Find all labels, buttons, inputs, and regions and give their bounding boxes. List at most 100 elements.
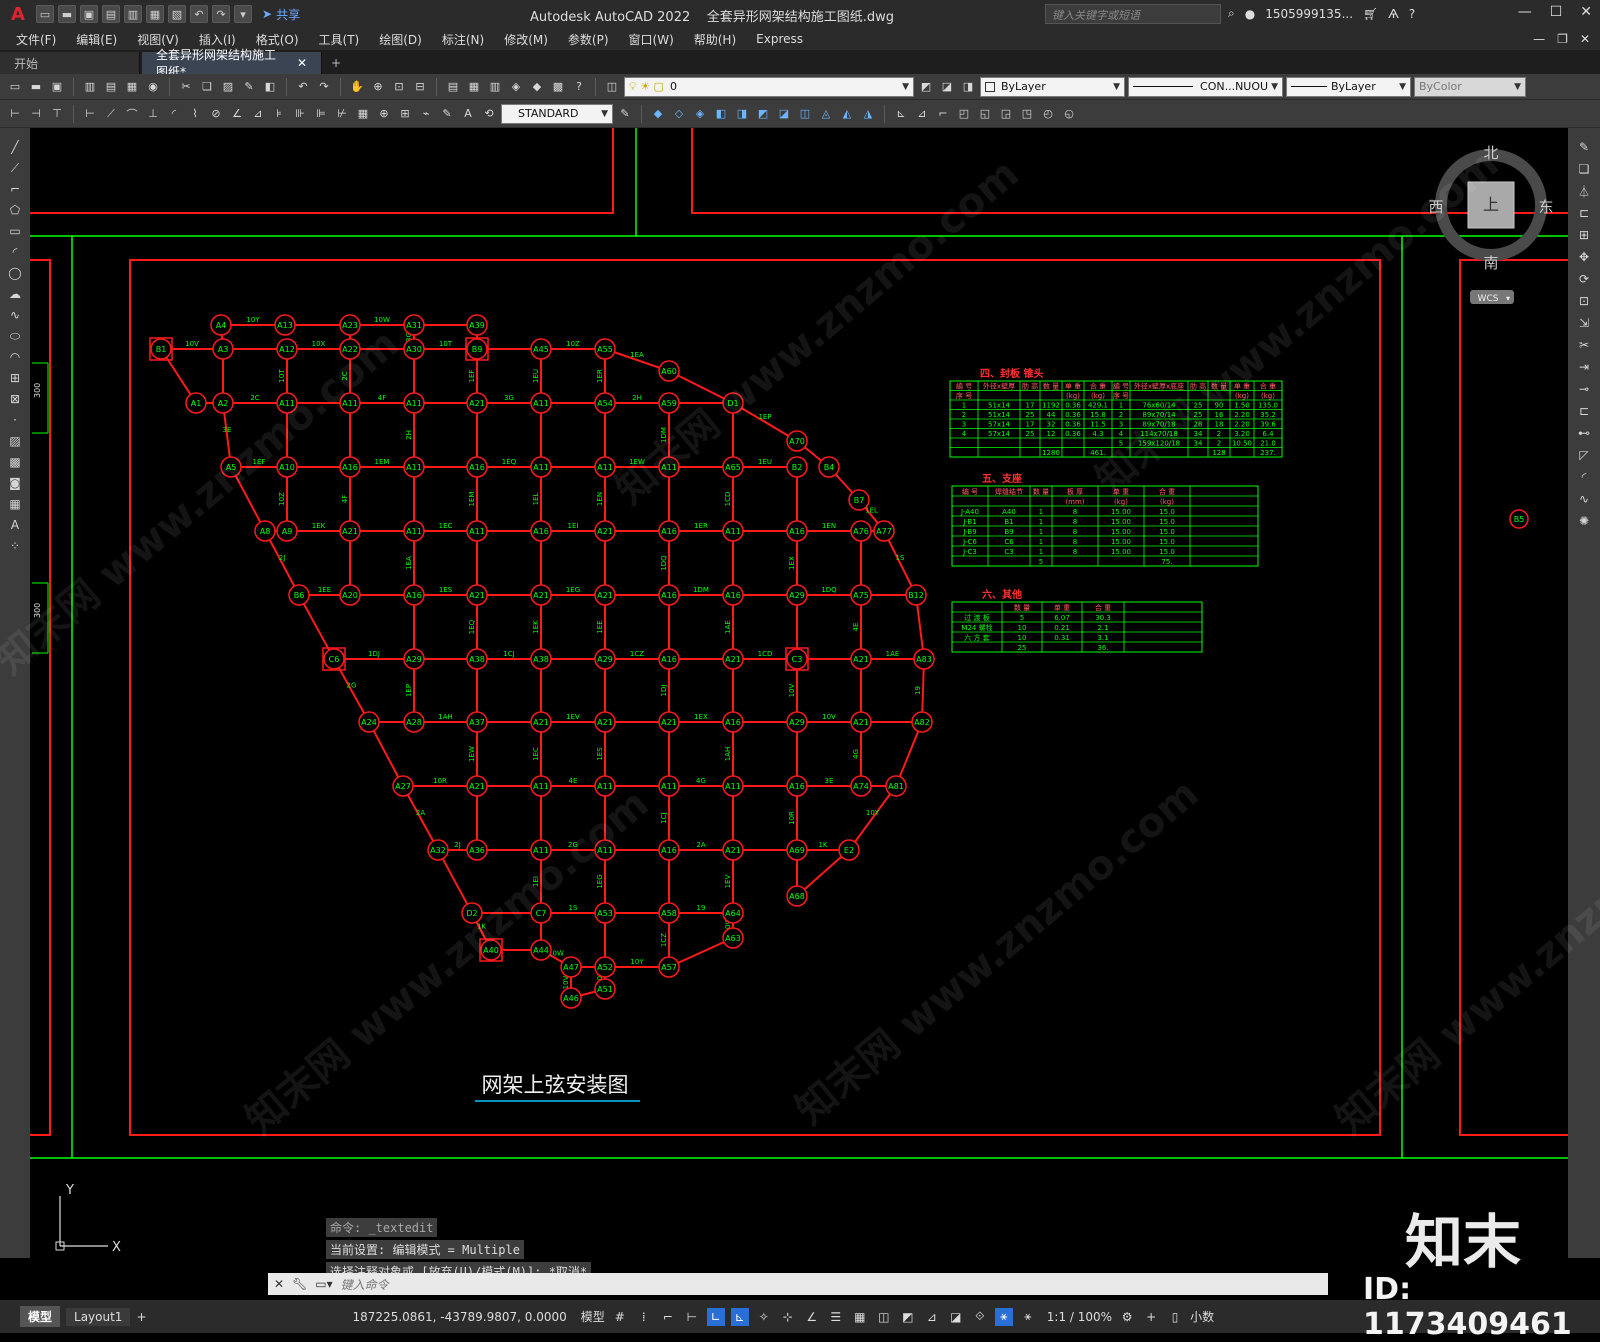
offset-icon[interactable]: ⊏ xyxy=(1575,204,1593,222)
help-icon[interactable]: ? xyxy=(570,78,588,96)
ucs-object-icon[interactable]: ◱ xyxy=(976,105,994,123)
coordinates[interactable]: 187225.0861, -43789.9807, 0.0000 xyxy=(353,1310,567,1324)
selection-filter-icon[interactable]: ◪ xyxy=(947,1308,965,1326)
isodraft-icon[interactable]: ✧ xyxy=(755,1308,773,1326)
break-icon[interactable]: ⊬ xyxy=(333,105,351,123)
undo-icon[interactable]: ↶ xyxy=(190,5,208,23)
grid-icon[interactable]: # xyxy=(611,1308,629,1326)
close-icon[interactable]: ✕ xyxy=(274,1277,284,1291)
cut-icon[interactable]: ✂ xyxy=(177,78,195,96)
menu-draw[interactable]: 绘图(D) xyxy=(379,31,422,48)
view-front-icon[interactable]: ◩ xyxy=(754,105,772,123)
inspect-icon[interactable]: ⊞ xyxy=(396,105,414,123)
ucs-world-icon[interactable]: ⊿ xyxy=(913,105,931,123)
undo-icon[interactable]: ↶ xyxy=(294,78,312,96)
infer-icon[interactable]: ⌐ xyxy=(659,1308,677,1326)
calculator-icon[interactable]: ▩ xyxy=(549,78,567,96)
table-icon[interactable]: ▦ xyxy=(6,495,24,513)
trim-icon[interactable]: ✂ xyxy=(1575,336,1593,354)
3d-osnap-icon[interactable]: ◩ xyxy=(899,1308,917,1326)
annotation-visibility-icon[interactable]: ⚹ xyxy=(994,1307,1013,1326)
dim-update-icon[interactable]: ⊤ xyxy=(48,105,66,123)
autocad-logo-icon[interactable]: A xyxy=(0,0,36,28)
command-history-icon[interactable]: ▭▾ xyxy=(315,1277,332,1291)
extend-icon[interactable]: ⇥ xyxy=(1575,358,1593,376)
layer-properties-icon[interactable]: ◫ xyxy=(603,78,621,96)
match-props-icon[interactable]: ✎ xyxy=(240,78,258,96)
minimize-icon[interactable]: — xyxy=(1518,4,1532,20)
workspace-icon[interactable]: ⚙ xyxy=(1118,1308,1136,1326)
blend-icon[interactable]: ∿ xyxy=(1575,490,1593,508)
point-icon[interactable]: ⋅ xyxy=(6,411,24,429)
user-icon[interactable]: ● xyxy=(1245,7,1255,21)
tab-model[interactable]: 模型 xyxy=(20,1306,61,1327)
qat-dropdown-icon[interactable]: ▾ xyxy=(234,5,252,23)
lineweight-icon[interactable]: ☰ xyxy=(827,1308,845,1326)
tab-drawing[interactable]: 全套异形网架结构施工图纸* ✕ xyxy=(142,48,322,79)
preview-icon[interactable]: ▤ xyxy=(102,78,120,96)
dynamic-input-icon[interactable]: ⊢ xyxy=(683,1308,701,1326)
menu-dimension[interactable]: 标注(N) xyxy=(442,31,484,48)
redo-icon[interactable]: ↷ xyxy=(212,5,230,23)
redo-icon[interactable]: ↷ xyxy=(315,78,333,96)
dyn-ucs-icon[interactable]: ⊿ xyxy=(923,1308,941,1326)
menu-view[interactable]: 视图(V) xyxy=(137,31,179,48)
maximize-icon[interactable]: ☐ xyxy=(1550,4,1563,20)
view-back-icon[interactable]: ◪ xyxy=(775,105,793,123)
paste-icon[interactable]: ▨ xyxy=(219,78,237,96)
region-icon[interactable]: ◙ xyxy=(6,474,24,492)
continue-icon[interactable]: ⊪ xyxy=(291,105,309,123)
erase-icon[interactable]: ✎ xyxy=(1575,138,1593,156)
layer-dropdown[interactable]: 💡︎ ☀ ▢ 0 ▼ xyxy=(624,76,914,97)
tool-palettes-icon[interactable]: ▥ xyxy=(486,78,504,96)
dim-edit-icon[interactable]: ✎ xyxy=(438,105,456,123)
arc-icon[interactable]: ◜ xyxy=(6,243,24,261)
zoom-previous-icon[interactable]: ⊟ xyxy=(411,78,429,96)
plot-icon[interactable]: ▥ xyxy=(81,78,99,96)
space-icon[interactable]: ⊫ xyxy=(312,105,330,123)
menu-insert[interactable]: 插入(I) xyxy=(199,31,236,48)
menu-edit[interactable]: 编辑(E) xyxy=(76,31,117,48)
linetype-dropdown[interactable]: CON...NUOU ▼ xyxy=(1128,76,1283,97)
design-center-icon[interactable]: ▦ xyxy=(465,78,483,96)
diameter-icon[interactable]: ⊘ xyxy=(207,105,225,123)
color-dropdown[interactable]: ByLayer ▼ xyxy=(980,76,1125,97)
save-as-icon[interactable]: ▤ xyxy=(102,5,120,23)
ordinate-icon[interactable]: ⊥ xyxy=(144,105,162,123)
baseline-icon[interactable]: ⊧ xyxy=(270,105,288,123)
radius-icon[interactable]: ◜ xyxy=(165,105,183,123)
join-icon[interactable]: ⊷ xyxy=(1575,424,1593,442)
jogged-linear-icon[interactable]: ⌁ xyxy=(417,105,435,123)
ucs-zaxis-icon[interactable]: ◴ xyxy=(1039,105,1057,123)
object-snap-tracking-icon[interactable]: ⊹ xyxy=(779,1308,797,1326)
menu-help[interactable]: 帮助(H) xyxy=(694,31,736,48)
break-icon[interactable]: ⊏ xyxy=(1575,402,1593,420)
tab-start[interactable]: 开始 xyxy=(0,52,140,74)
mirror-icon[interactable]: ⏃ xyxy=(1575,182,1593,200)
view-top-icon[interactable]: ◇ xyxy=(670,105,688,123)
menu-format[interactable]: 格式(O) xyxy=(256,31,299,48)
new-tab-icon[interactable]: + xyxy=(324,52,348,74)
polar-icon[interactable]: ⊾ xyxy=(730,1307,749,1326)
menu-express[interactable]: Express xyxy=(756,32,803,46)
dim-text-edit-icon[interactable]: A xyxy=(459,105,477,123)
dim-style-icon[interactable]: ⊣ xyxy=(27,105,45,123)
jogged-icon[interactable]: ⌇ xyxy=(186,105,204,123)
doc-minimize-icon[interactable]: — xyxy=(1533,32,1545,46)
menu-file[interactable]: 文件(F) xyxy=(16,31,56,48)
new-icon[interactable]: ▭ xyxy=(6,78,24,96)
stretch-icon[interactable]: ⇲ xyxy=(1575,314,1593,332)
model-space-toggle[interactable]: 模型 xyxy=(581,1308,605,1325)
auto-scale-icon[interactable]: ⚹ xyxy=(1019,1308,1037,1326)
compass-east[interactable]: 东 xyxy=(1538,198,1553,216)
menu-parametric[interactable]: 参数(P) xyxy=(568,31,609,48)
ucs-face-icon[interactable]: ◰ xyxy=(955,105,973,123)
quick-dim-icon[interactable]: ⊿ xyxy=(249,105,267,123)
selection-cycling-icon[interactable]: ◫ xyxy=(875,1308,893,1326)
tab-close-icon[interactable]: ✕ xyxy=(297,56,307,70)
lineweight-dropdown[interactable]: ByLayer ▼ xyxy=(1286,76,1411,97)
ucs-previous-icon[interactable]: ⌐ xyxy=(934,105,952,123)
customize-icon[interactable]: 🔧︎ xyxy=(292,1277,307,1291)
line-icon[interactable]: ╱ xyxy=(6,138,24,156)
arc-length-icon[interactable]: ⌒ xyxy=(123,105,141,123)
